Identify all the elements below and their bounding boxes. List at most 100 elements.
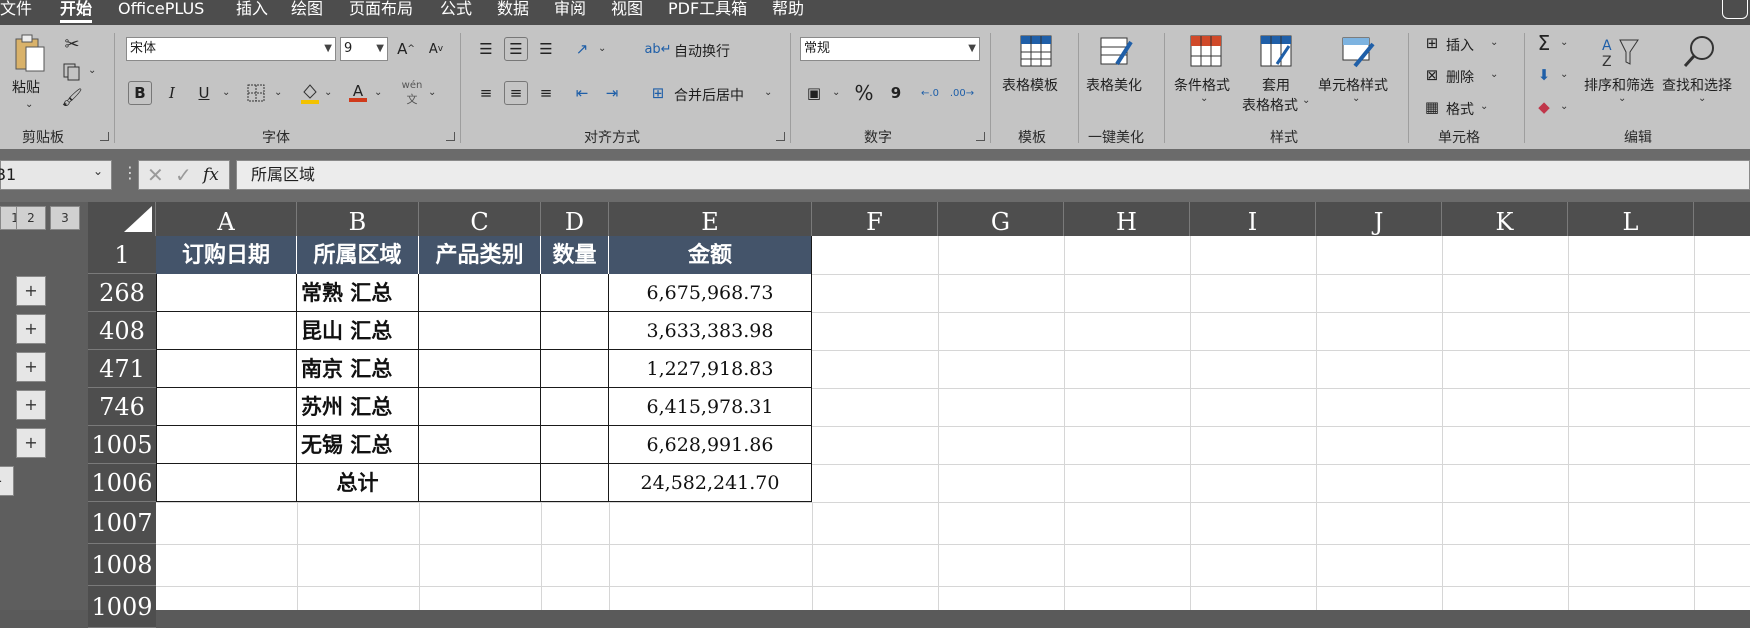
more-options-icon[interactable]: ⋮ (122, 163, 138, 182)
underline-button[interactable]: U (192, 81, 216, 105)
expand-group-button[interactable]: + (16, 428, 46, 458)
row-header[interactable]: 1007 (88, 502, 156, 544)
find-select-button[interactable]: 查找和选择 (1662, 75, 1732, 95)
quantity-cell[interactable] (541, 464, 609, 502)
number-format-select[interactable]: 常规 ▼ (800, 37, 980, 61)
copy-icon[interactable] (60, 61, 84, 83)
amount-cell[interactable]: 24,582,241.70 (609, 464, 812, 502)
phonetic-dropdown-icon[interactable]: ⌄ (428, 87, 436, 98)
number-launcher-icon[interactable] (976, 132, 985, 141)
header-cell-quantity[interactable]: 数量 (541, 236, 609, 274)
conditional-format-dropdown-icon[interactable]: ⌄ (1200, 93, 1208, 104)
insert-cells-icon[interactable]: ⊞ (1420, 31, 1444, 55)
font-color-button[interactable]: A (346, 81, 370, 105)
column-header-g[interactable]: G (938, 202, 1064, 236)
row-header[interactable]: 1009 (88, 586, 156, 628)
expand-group-button[interactable]: + (16, 390, 46, 420)
font-launcher-icon[interactable] (446, 132, 455, 141)
region-cell[interactable]: 无锡 汇总 (297, 426, 419, 464)
column-header-h[interactable]: H (1064, 202, 1190, 236)
borders-icon[interactable] (244, 81, 268, 105)
collapse-group-button[interactable]: - (0, 466, 14, 496)
phonetic-button[interactable]: wén 文 (400, 80, 424, 106)
clear-dropdown-icon[interactable]: ⌄ (1560, 101, 1568, 112)
format-as-table-label-2[interactable]: 表格格式 (1242, 95, 1298, 115)
menu-draw[interactable]: 绘图 (291, 0, 323, 25)
date-cell[interactable] (156, 312, 297, 350)
region-cell[interactable]: 总计 (297, 464, 419, 502)
insert-function-button[interactable]: fx (203, 165, 219, 185)
sort-filter-dropdown-icon[interactable]: ⌄ (1618, 93, 1626, 104)
chevron-down-icon[interactable]: ⌄ (93, 164, 103, 178)
menu-formulas[interactable]: 公式 (440, 0, 472, 25)
merge-center-icon[interactable]: ⊞ (646, 81, 670, 105)
sort-filter-button[interactable]: 排序和筛选 (1584, 75, 1654, 95)
clear-icon[interactable]: ◆ (1532, 95, 1556, 119)
quantity-cell[interactable] (541, 350, 609, 388)
category-cell[interactable] (419, 426, 541, 464)
merge-center-button[interactable]: 合并后居中 (674, 85, 744, 105)
format-dropdown-icon[interactable]: ⌄ (1480, 101, 1488, 112)
category-cell[interactable] (419, 350, 541, 388)
column-header-l[interactable]: L (1568, 202, 1694, 236)
table-beautify-button[interactable]: 表格美化 (1086, 75, 1142, 95)
region-cell[interactable]: 昆山 汇总 (297, 312, 419, 350)
amount-cell[interactable]: 1,227,918.83 (609, 350, 812, 388)
table-template-icon[interactable] (1016, 33, 1056, 69)
region-cell[interactable]: 南京 汇总 (297, 350, 419, 388)
percent-button[interactable]: % (852, 81, 876, 105)
row-header[interactable]: 746 (88, 388, 156, 426)
decrease-indent-icon[interactable]: ⇤ (570, 81, 594, 105)
date-cell[interactable] (156, 388, 297, 426)
name-box[interactable]: B1 ⌄ (0, 160, 112, 190)
column-header-a[interactable]: A (156, 202, 297, 236)
font-color-dropdown-icon[interactable]: ⌄ (374, 87, 382, 98)
row-header[interactable]: 1006 (88, 464, 156, 502)
insert-dropdown-icon[interactable]: ⌄ (1490, 37, 1498, 48)
quantity-cell[interactable] (541, 312, 609, 350)
format-painter-icon[interactable]: 🖌 (60, 87, 84, 109)
table-beautify-icon[interactable] (1096, 33, 1136, 69)
shrink-font-button[interactable]: Av (424, 37, 448, 61)
quantity-cell[interactable] (541, 388, 609, 426)
paste-button[interactable]: 粘贴 (12, 77, 40, 97)
comma-style-button[interactable]: 9 (884, 81, 908, 105)
increase-decimal-icon[interactable]: ←.0 (918, 81, 942, 105)
amount-cell[interactable]: 6,675,968.73 (609, 274, 812, 312)
delete-cells-icon[interactable]: ⊠ (1420, 63, 1444, 87)
header-cell-region[interactable]: 所属区域 (297, 236, 419, 274)
wrap-text-icon[interactable]: ab↵ (644, 37, 671, 61)
category-cell[interactable] (419, 274, 541, 312)
align-middle-icon[interactable]: ☰ (504, 37, 528, 61)
wrap-text-button[interactable]: 自动换行 (674, 41, 730, 61)
align-right-icon[interactable]: ≡ (534, 81, 558, 105)
align-top-icon[interactable]: ☰ (474, 37, 498, 61)
formula-input[interactable]: 所属区域 (236, 160, 1750, 190)
region-cell[interactable]: 常熟 汇总 (297, 274, 419, 312)
delete-dropdown-icon[interactable]: ⌄ (1490, 69, 1498, 80)
menu-view[interactable]: 视图 (611, 0, 643, 25)
cell-styles-button[interactable]: 单元格样式 (1318, 75, 1388, 95)
row-header[interactable]: 1 (88, 236, 156, 274)
amount-cell[interactable]: 6,415,978.31 (609, 388, 812, 426)
row-header[interactable]: 408 (88, 312, 156, 350)
italic-button[interactable]: I (160, 81, 184, 105)
grow-font-button[interactable]: A ^ (394, 37, 418, 61)
quantity-cell[interactable] (541, 274, 609, 312)
align-center-icon[interactable]: ≡ (504, 81, 528, 105)
conditional-format-icon[interactable] (1186, 33, 1226, 69)
column-header-k[interactable]: K (1442, 202, 1568, 236)
outline-level-2-button[interactable]: 2 (16, 206, 46, 230)
expand-group-button[interactable]: + (16, 352, 46, 382)
format-as-table-dropdown-icon[interactable]: ⌄ (1302, 95, 1310, 106)
expand-group-button[interactable]: + (16, 276, 46, 306)
date-cell[interactable] (156, 426, 297, 464)
amount-cell[interactable]: 3,633,383.98 (609, 312, 812, 350)
menu-insert[interactable]: 插入 (236, 0, 268, 25)
fill-color-icon[interactable] (298, 81, 322, 105)
header-cell-amount[interactable]: 金额 (609, 236, 812, 274)
quantity-cell[interactable] (541, 426, 609, 464)
region-cell[interactable]: 苏州 汇总 (297, 388, 419, 426)
enter-icon[interactable]: ✓ (175, 163, 192, 187)
date-cell[interactable] (156, 350, 297, 388)
